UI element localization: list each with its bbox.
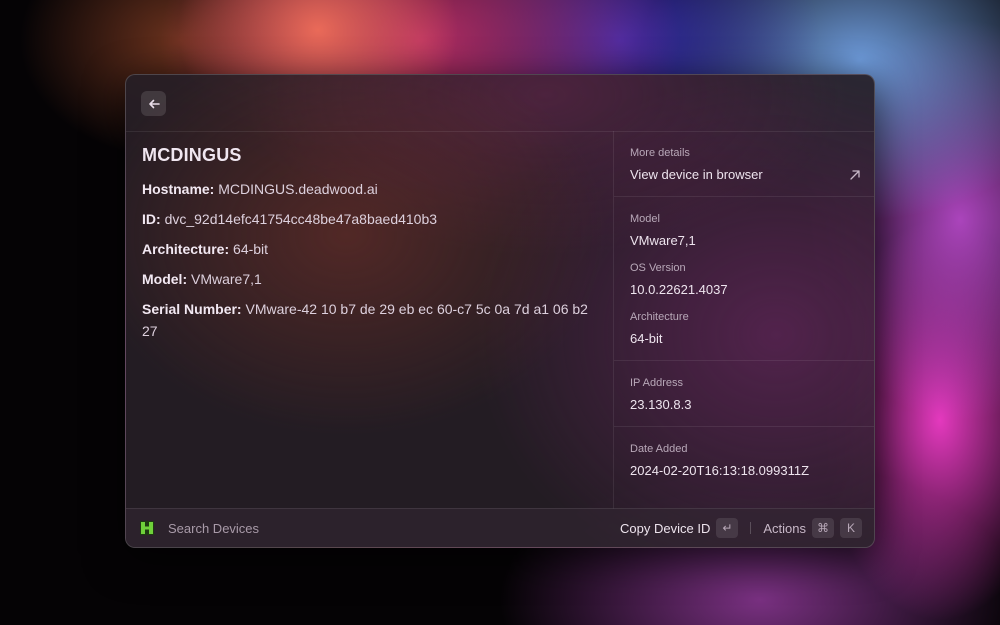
app-logo-icon <box>140 521 154 535</box>
k-key-icon: K <box>840 518 862 538</box>
action-bar: Search Devices Copy Device ID ↵ Actions … <box>126 508 874 547</box>
top-bar <box>126 75 874 132</box>
field-value: VMware7,1 <box>191 271 262 287</box>
os-version-label: OS Version <box>630 262 686 274</box>
hostname-field: Hostname: MCDINGUS.deadwood.ai <box>142 178 597 200</box>
back-button[interactable] <box>141 91 166 116</box>
device-title: MCDINGUS <box>142 145 242 165</box>
architecture-field: Architecture: 64-bit <box>142 238 597 260</box>
actions-button[interactable]: Actions <box>763 521 806 536</box>
model-label: Model <box>630 213 660 225</box>
id-field: ID: dvc_92d14efc41754cc48be47a8baed410b3 <box>142 208 597 230</box>
hardware-section: Model VMware7,1 OS Version 10.0.22621.40… <box>614 197 874 361</box>
architecture-label: Architecture <box>630 311 689 323</box>
copy-device-id-button[interactable]: Copy Device ID <box>620 521 710 536</box>
serial-number-field: Serial Number: VMware-42 10 b7 de 29 eb … <box>142 298 597 342</box>
more-details-section: More details View device in browser <box>614 131 874 197</box>
arrow-left-icon <box>148 99 160 108</box>
device-detail-window: MCDINGUS Hostname: MCDINGUS.deadwood.ai … <box>125 74 875 548</box>
ip-address-label: IP Address <box>630 377 683 389</box>
date-section: Date Added 2024-02-20T16:13:18.099311Z <box>614 427 874 492</box>
architecture-value: 64-bit <box>630 331 663 346</box>
os-version-value: 10.0.22621.4037 <box>630 282 728 297</box>
date-added-value: 2024-02-20T16:13:18.099311Z <box>630 463 810 478</box>
external-link-icon <box>850 169 860 180</box>
metadata-sidebar: More details View device in browser Mode… <box>613 131 874 509</box>
divider <box>750 522 752 534</box>
view-in-browser-link[interactable]: View device in browser <box>630 167 861 182</box>
field-label: Serial Number: <box>142 301 242 317</box>
field-value: dvc_92d14efc41754cc48be47a8baed410b3 <box>164 211 438 227</box>
field-label: Architecture: <box>142 241 230 257</box>
network-section: IP Address 23.130.8.3 <box>614 361 874 427</box>
field-label: Model: <box>142 271 188 287</box>
date-added-label: Date Added <box>630 443 688 455</box>
ip-address-value: 23.130.8.3 <box>630 397 692 412</box>
search-devices-input[interactable]: Search Devices <box>168 521 620 536</box>
view-in-browser-label: View device in browser <box>630 167 763 182</box>
more-details-label: More details <box>630 147 690 159</box>
field-value: 64-bit <box>233 241 269 257</box>
model-value: VMware7,1 <box>630 233 696 248</box>
detail-panel: MCDINGUS Hostname: MCDINGUS.deadwood.ai … <box>126 131 613 509</box>
command-key-icon: ⌘ <box>812 518 834 538</box>
field-label: Hostname: <box>142 181 215 197</box>
enter-key-icon: ↵ <box>716 518 739 538</box>
field-label: ID: <box>142 211 161 227</box>
field-value: MCDINGUS.deadwood.ai <box>218 181 378 197</box>
model-field: Model: VMware7,1 <box>142 268 597 290</box>
